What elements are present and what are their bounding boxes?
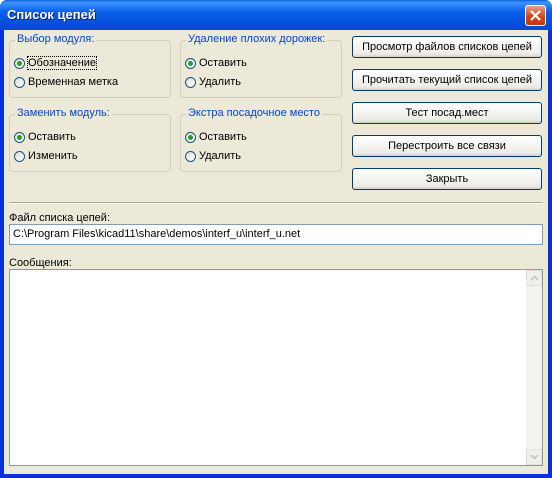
messages-label: Сообщения: [9, 257, 72, 269]
radio-label: Удалить [199, 76, 241, 88]
radio-delete-tracks[interactable]: Удалить [185, 74, 241, 90]
extra-footprint-group: Экстра посадочное место Оставить Удалить [180, 107, 342, 172]
module-select-group: Выбор модуля: Обозначение Временная метк… [9, 33, 171, 98]
radio-label: Оставить [199, 57, 247, 69]
separator [9, 202, 543, 204]
radio-button[interactable] [185, 76, 196, 88]
close-icon [530, 10, 541, 21]
radio-keep-module[interactable]: Оставить [14, 129, 76, 145]
radio-button[interactable] [14, 57, 25, 69]
radio-change-module[interactable]: Изменить [14, 148, 78, 164]
chevron-up-icon [530, 275, 539, 281]
vertical-scrollbar[interactable] [526, 270, 542, 465]
radio-keep-footprint[interactable]: Оставить [185, 129, 247, 145]
radio-label: Обозначение [26, 56, 98, 70]
radio-delete-footprint[interactable]: Удалить [185, 148, 241, 164]
radio-timestamp[interactable]: Временная метка [14, 74, 118, 90]
window-title: Список цепей [7, 7, 96, 22]
radio-label: Временная метка [28, 76, 119, 88]
radio-button[interactable] [185, 131, 196, 143]
title-bar[interactable]: Список цепей [0, 0, 552, 30]
radio-reference[interactable]: Обозначение [14, 55, 98, 71]
radio-keep-tracks[interactable]: Оставить [185, 55, 247, 71]
close-window-button[interactable] [525, 5, 546, 26]
group-title: Удаление плохих дорожек: [186, 33, 328, 45]
browse-netlist-button[interactable]: Просмотр файлов списков цепей [352, 36, 542, 58]
dialog-window: Список цепей Выбор модуля: Обозначение В… [0, 0, 552, 478]
read-netlist-button[interactable]: Прочитать текущий список цепей [352, 69, 542, 91]
radio-button[interactable] [14, 131, 25, 143]
radio-label: Оставить [28, 131, 76, 143]
dialog-body: Выбор модуля: Обозначение Временная метк… [4, 30, 548, 474]
radio-button[interactable] [185, 150, 196, 162]
scroll-down-button[interactable] [526, 449, 542, 465]
radio-label: Удалить [199, 150, 241, 162]
radio-button[interactable] [185, 57, 196, 69]
scroll-up-button[interactable] [526, 270, 542, 286]
radio-button[interactable] [14, 76, 25, 88]
messages-textarea[interactable] [9, 269, 543, 466]
remove-bad-tracks-group: Удаление плохих дорожек: Оставить Удалит… [180, 33, 342, 98]
replace-module-group: Заменить модуль: Оставить Изменить [9, 107, 171, 172]
radio-button[interactable] [14, 150, 25, 162]
radio-label: Изменить [28, 150, 78, 162]
close-button[interactable]: Закрыть [352, 168, 542, 190]
group-title: Заменить модуль: [15, 107, 112, 119]
rebuild-connections-button[interactable]: Перестроить все связи [352, 135, 542, 157]
netlist-file-label: Файл списка цепей: [9, 212, 110, 224]
netlist-file-input[interactable]: C:\Program Files\kicad11\share\demos\int… [9, 224, 543, 245]
radio-label: Оставить [199, 131, 247, 143]
group-title: Экстра посадочное место [186, 107, 322, 119]
chevron-down-icon [530, 454, 539, 460]
test-footprints-button[interactable]: Тест посад.мест [352, 102, 542, 124]
group-title: Выбор модуля: [15, 33, 97, 45]
